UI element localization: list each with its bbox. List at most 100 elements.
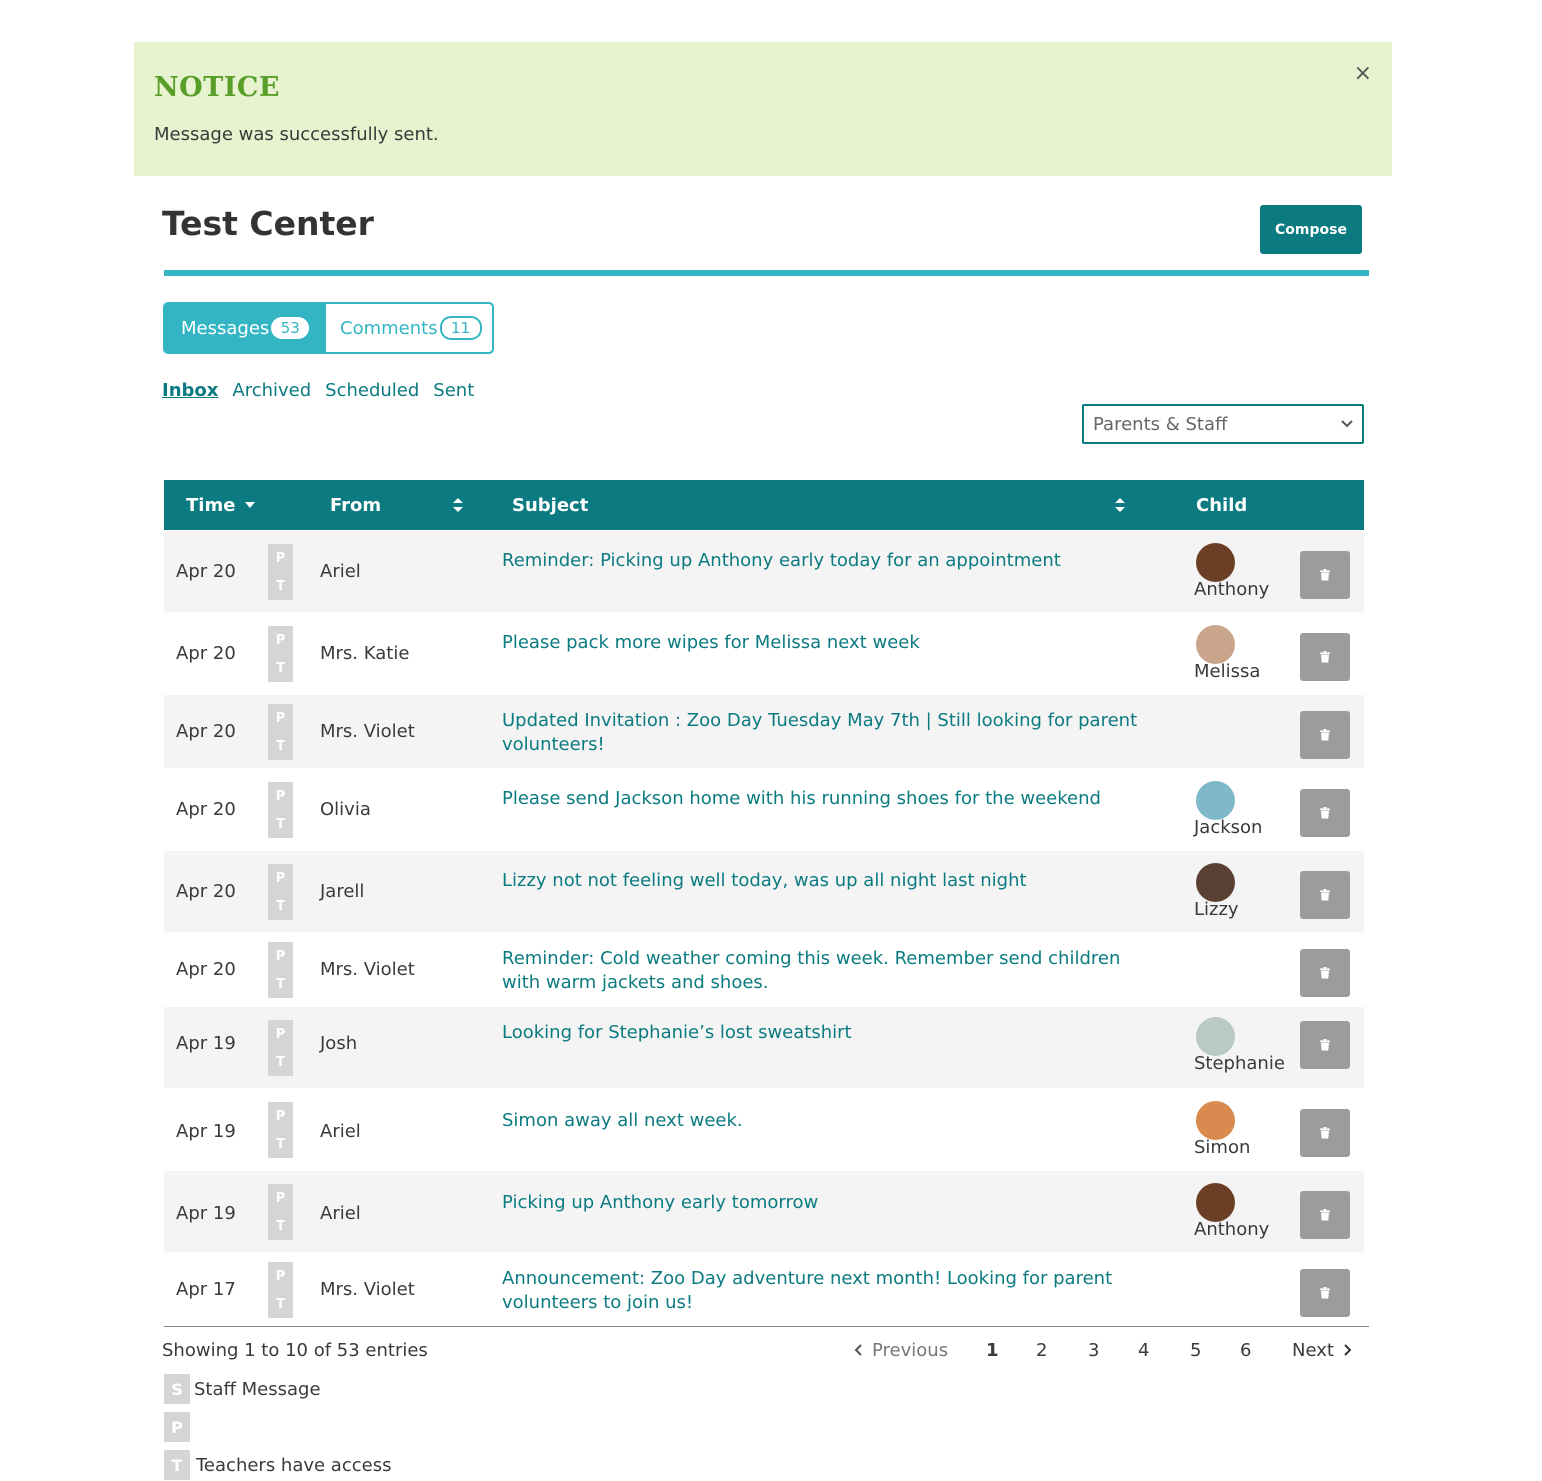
role-letter: P [275,1026,286,1042]
column-from[interactable]: From [330,480,381,530]
pagination-next[interactable]: Next [1292,1340,1352,1361]
pagination-page-5[interactable]: 5 [1190,1340,1201,1361]
message-subject-link[interactable]: Simon away all next week. [502,1109,1142,1133]
pagination-next-label: Next [1292,1340,1334,1361]
child-name: Anthony [1194,579,1270,600]
role-letter: T [276,660,285,676]
child-name: Anthony [1194,1219,1270,1240]
sort-icon[interactable] [1114,497,1126,513]
message-date: Apr 20 [176,959,236,980]
nav-scheduled[interactable]: Scheduled [325,380,419,401]
column-child-label: Child [1196,494,1248,516]
delete-button[interactable] [1300,789,1350,837]
table-row[interactable]: Apr 17 P T Mrs. Violet Announcement: Zoo Day… [164,1252,1364,1326]
child-tag: Melissa [1194,625,1284,682]
message-sender: Mrs. Violet [320,1279,415,1300]
table-row[interactable]: Apr 20 P T Mrs. Violet Reminder: Cold weathe… [164,932,1364,1006]
trash-icon [1320,889,1330,901]
message-subject-link[interactable]: Updated Invitation : Zoo Day Tuesday May… [502,709,1142,757]
message-sender: Josh [320,1033,358,1054]
tab-comments[interactable]: Comments 11 [326,304,492,352]
trash-icon [1320,569,1330,581]
tab-comments-count: 11 [439,316,482,340]
legend-letter: P [164,1412,190,1442]
column-child: Child [1196,480,1247,530]
delete-button[interactable] [1300,871,1350,919]
audience-filter-select[interactable]: Parents & Staff [1082,404,1364,444]
delete-button[interactable] [1300,1269,1350,1317]
child-tag: Jackson [1194,781,1284,838]
message-subject-link[interactable]: Reminder: Cold weather coming this week.… [502,947,1142,995]
role-letter: T [276,1218,285,1234]
table-row[interactable]: Apr 20 P T Ariel Reminder: Picking up Anthon… [164,530,1364,612]
table-row[interactable]: Apr 19 P T Josh Looking for Stephanie’s lost… [164,1006,1364,1088]
message-sender: Ariel [320,1121,361,1142]
trash-icon [1320,729,1330,741]
delete-button[interactable] [1300,949,1350,997]
pagination-page-1[interactable]: 1 [986,1340,999,1361]
delete-button[interactable] [1300,1021,1350,1069]
legend-parent: P [164,1412,194,1442]
pagination-page-2[interactable]: 2 [1036,1340,1047,1361]
title-divider [164,270,1369,276]
nav-sent[interactable]: Sent [433,380,474,401]
pagination-page-3[interactable]: 3 [1088,1340,1099,1361]
table-row[interactable]: Apr 20 P T Mrs. Violet Updated Invitation : … [164,694,1364,768]
message-subject-link[interactable]: Announcement: Zoo Day adventure next mon… [502,1267,1142,1315]
message-subject-link[interactable]: Looking for Stephanie’s lost sweatshirt [502,1021,1142,1045]
role-letter: T [276,898,285,914]
column-subject[interactable]: Subject [512,480,588,530]
legend-label: Teachers have access [196,1454,392,1476]
sort-icon[interactable] [452,497,464,513]
close-icon[interactable]: × [1354,63,1372,85]
trash-icon [1320,1127,1330,1139]
role-badge: PT [268,544,293,600]
legend-staff: S Staff Message [164,1374,321,1404]
pagination-page-4[interactable]: 4 [1138,1340,1149,1361]
delete-button[interactable] [1300,633,1350,681]
tab-messages[interactable]: Messages 53 [165,304,326,352]
nav-archived[interactable]: Archived [232,380,311,401]
messages-table: Time From Subject Child Apr 20 P T Ariel Rem… [164,480,1369,1327]
message-sender: Mrs. Violet [320,721,415,742]
legend-letter: S [164,1374,190,1404]
trash-icon [1320,651,1330,663]
page-title: Test Center [162,204,374,243]
table-row[interactable]: Apr 20 P T Olivia Please send Jackson home w… [164,768,1364,850]
pagination-page-6[interactable]: 6 [1240,1340,1251,1361]
child-name: Stephanie [1194,1053,1285,1074]
message-subject-link[interactable]: Please send Jackson home with his runnin… [502,787,1142,811]
message-date: Apr 20 [176,881,236,902]
table-header: Time From Subject Child [164,480,1364,530]
table-row[interactable]: Apr 19 P T Ariel Simon away all next week. S… [164,1088,1364,1170]
table-row[interactable]: Apr 20 P T Mrs. Katie Please pack more wipes… [164,612,1364,694]
role-letter: T [276,1296,285,1312]
message-subject-link[interactable]: Please pack more wipes for Melissa next … [502,631,1142,655]
nav-inbox[interactable]: Inbox [162,380,218,401]
message-date: Apr 17 [176,1279,236,1300]
avatar [1196,863,1235,902]
entries-info: Showing 1 to 10 of 53 entries [162,1340,428,1361]
table-row[interactable]: Apr 20 P T Jarell Lizzy not not feeling well… [164,850,1364,932]
child-tag: Lizzy [1194,863,1284,920]
message-tabs: Messages 53 Comments 11 [163,302,494,354]
legend-letter: T [164,1450,190,1480]
notice-title: NOTICE [154,72,280,103]
role-badge: PT [268,1102,293,1158]
delete-button[interactable] [1300,551,1350,599]
child-name: Jackson [1194,817,1263,838]
role-badge: PT [268,626,293,682]
delete-button[interactable] [1300,1191,1350,1239]
table-row[interactable]: Apr 19 P T Ariel Picking up Anthony early to… [164,1170,1364,1252]
delete-button[interactable] [1300,711,1350,759]
message-date: Apr 19 [176,1033,236,1054]
sort-desc-icon [245,502,256,508]
message-subject-link[interactable]: Lizzy not not feeling well today, was up… [502,869,1142,893]
message-subject-link[interactable]: Picking up Anthony early tomorrow [502,1191,1142,1215]
chevron-down-icon [1341,420,1353,428]
pagination-previous[interactable]: Previous [854,1340,948,1361]
delete-button[interactable] [1300,1109,1350,1157]
compose-button[interactable]: Compose [1260,205,1362,254]
column-time[interactable]: Time [186,480,256,530]
message-subject-link[interactable]: Reminder: Picking up Anthony early today… [502,549,1142,573]
